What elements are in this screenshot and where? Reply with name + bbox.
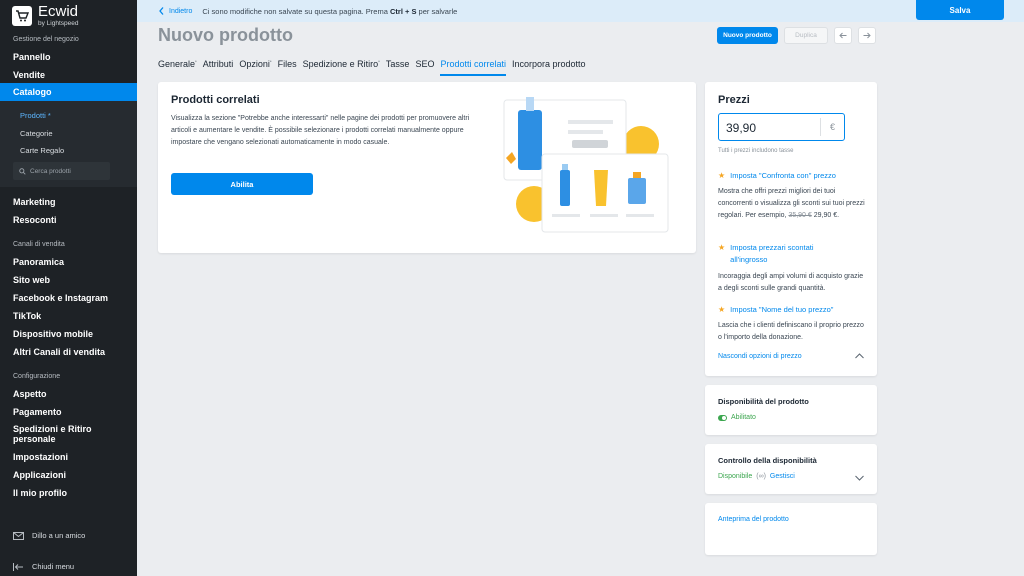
toggle-icon (718, 414, 727, 421)
tab-related-products[interactable]: Prodotti correlati (440, 59, 506, 76)
mail-icon (13, 531, 24, 540)
sidebar-item-design[interactable]: Aspetto (13, 389, 47, 399)
sidebar-item-shipping[interactable]: Spedizioni e Ritiro personale (13, 424, 108, 444)
banner-message: Ci sono modifiche non salvate su questa … (202, 6, 458, 16)
sidebar-sub-products[interactable]: Prodotti * (20, 111, 51, 120)
duplicate-button[interactable]: Duplica (784, 27, 828, 44)
stock-status: Disponibile (718, 473, 753, 480)
arrow-left-icon (839, 32, 847, 39)
tab-general[interactable]: Generale• (158, 59, 197, 73)
cart-icon (12, 6, 32, 26)
sidebar-item-tiktok[interactable]: TikTok (13, 311, 41, 321)
enable-button[interactable]: Abilita (171, 173, 313, 195)
prices-title: Prezzi (718, 94, 750, 106)
logo-name: Ecwid (38, 3, 79, 21)
prices-card: Prezzi 39,90 € Tutti i prezzi includono … (705, 82, 877, 376)
sidebar-item-catalog[interactable]: Catalogo (0, 83, 137, 101)
new-product-button[interactable]: Nuovo prodotto (717, 27, 778, 44)
bulk-pricing-description: Incoraggia degli ampi volumi di acquisto… (718, 273, 864, 292)
sidebar-item-sales[interactable]: Vendite (13, 70, 45, 80)
arrow-right-icon (863, 32, 871, 39)
section-channels: Canali di vendita (13, 241, 65, 248)
availability-toggle[interactable]: Abilitato (718, 414, 756, 421)
sidebar-item-marketing[interactable]: Marketing (13, 197, 56, 207)
sidebar-item-payment[interactable]: Pagamento (13, 407, 62, 417)
page-title: Nuovo prodotto (158, 25, 293, 45)
related-products-title: Prodotti correlati (171, 94, 260, 106)
prev-product-button[interactable] (834, 27, 852, 44)
hide-price-options-link[interactable]: Nascondi opzioni di prezzo (718, 353, 802, 360)
logo-sub: by Lightspeed (38, 20, 79, 28)
ecwid-logo[interactable]: Ecwid by Lightspeed (12, 4, 78, 28)
sidebar-item-apps[interactable]: Applicazioni (13, 470, 66, 480)
sidebar-item-reports[interactable]: Resoconti (13, 215, 57, 225)
collapse-icon (13, 562, 23, 571)
tab-options[interactable]: Opzioni• (239, 59, 271, 73)
sidebar: Ecwid by Lightspeed Gestione del negozio… (0, 0, 137, 576)
star-icon: ★ (718, 305, 726, 314)
back-link[interactable]: Indietro (159, 7, 192, 15)
stock-row: Disponibile (∞) Gestisci (718, 473, 795, 480)
search-placeholder: Cerca prodotti (30, 167, 71, 175)
compare-at-price-link[interactable]: ★ Imposta "Confronta con" prezzo (718, 170, 836, 182)
price-input[interactable]: 39,90 € (718, 113, 845, 141)
product-preview-link[interactable]: Anteprima del prodotto (718, 516, 789, 523)
name-your-price-link[interactable]: ★ Imposta "Nome del tuo prezzo" (718, 304, 833, 316)
product-search-input[interactable]: Cerca prodotti (13, 162, 110, 180)
chevron-up-icon[interactable] (855, 353, 864, 359)
sidebar-item-facebook-instagram[interactable]: Facebook e Instagram (13, 293, 108, 303)
related-products-card: Prodotti correlati Visualizza la sezione… (158, 82, 696, 253)
sidebar-item-dashboard[interactable]: Pannello (13, 52, 51, 62)
collapse-menu[interactable]: Chiudi menu (13, 562, 74, 571)
chevron-down-icon[interactable] (855, 475, 864, 481)
bulk-pricing-link[interactable]: ★ Imposta prezzari scontati all'ingrosso (718, 242, 838, 266)
tab-files[interactable]: Files (278, 59, 297, 73)
product-preview-card: Anteprima del prodotto (705, 503, 877, 555)
tab-shipping[interactable]: Spedizione e Ritiro• (303, 59, 380, 73)
sidebar-sub-categories[interactable]: Categorie (20, 129, 53, 138)
section-config: Configurazione (13, 373, 61, 380)
tax-note: Tutti i prezzi includono tasse (718, 148, 794, 154)
save-button[interactable]: Salva (916, 0, 1004, 20)
stock-control-card: Controllo della disponibilità Disponibil… (705, 444, 877, 494)
section-store: Gestione del negozio (13, 36, 79, 43)
infinity-label: (∞) (756, 473, 766, 480)
availability-title: Disponibilità del prodotto (718, 397, 809, 406)
tell-a-friend[interactable]: Dillo a un amico (13, 531, 85, 540)
tab-embed-product[interactable]: Incorpora prodotto (512, 59, 586, 73)
sidebar-sub-gift-cards[interactable]: Carte Regalo (20, 146, 64, 155)
tab-seo[interactable]: SEO (415, 59, 434, 73)
sidebar-item-mobile[interactable]: Dispositivo mobile (13, 329, 93, 339)
name-your-price-description: Lascia che i clienti definiscano il prop… (718, 322, 864, 341)
product-tabs: Generale• Attributi Opzioni• Files Spedi… (158, 59, 592, 76)
sidebar-item-overview[interactable]: Panoramica (13, 257, 64, 267)
next-product-button[interactable] (858, 27, 876, 44)
tab-taxes[interactable]: Tasse (386, 59, 410, 73)
related-products-illustration (503, 97, 669, 233)
compare-at-description: Mostra che offri prezzi migliori dei tuo… (718, 188, 865, 219)
sidebar-item-profile[interactable]: Il mio profilo (13, 488, 67, 498)
sidebar-item-other-channels[interactable]: Altri Canali di vendita (13, 347, 105, 357)
currency-label: € (820, 118, 844, 136)
product-availability-card: Disponibilità del prodotto Abilitato (705, 385, 877, 435)
shortcut-label: Ctrl + S (389, 6, 417, 16)
availability-status: Abilitato (731, 414, 756, 421)
chevron-left-icon (159, 7, 164, 15)
price-value: 39,90 (726, 121, 757, 135)
old-price-example: 35,90 € (788, 212, 812, 219)
related-products-description: Visualizza la sezione "Potrebbe anche in… (171, 115, 470, 146)
stock-title: Controllo della disponibilità (718, 456, 817, 465)
star-icon: ★ (718, 171, 726, 180)
search-icon (19, 167, 26, 175)
sidebar-item-settings[interactable]: Impostazioni (13, 452, 68, 462)
manage-stock-link[interactable]: Gestisci (770, 473, 795, 480)
tab-attributes[interactable]: Attributi (203, 59, 234, 73)
star-icon: ★ (718, 243, 726, 252)
unsaved-changes-banner: Indietro Ci sono modifiche non salvate s… (137, 0, 1024, 22)
sidebar-item-website[interactable]: Sito web (13, 275, 50, 285)
